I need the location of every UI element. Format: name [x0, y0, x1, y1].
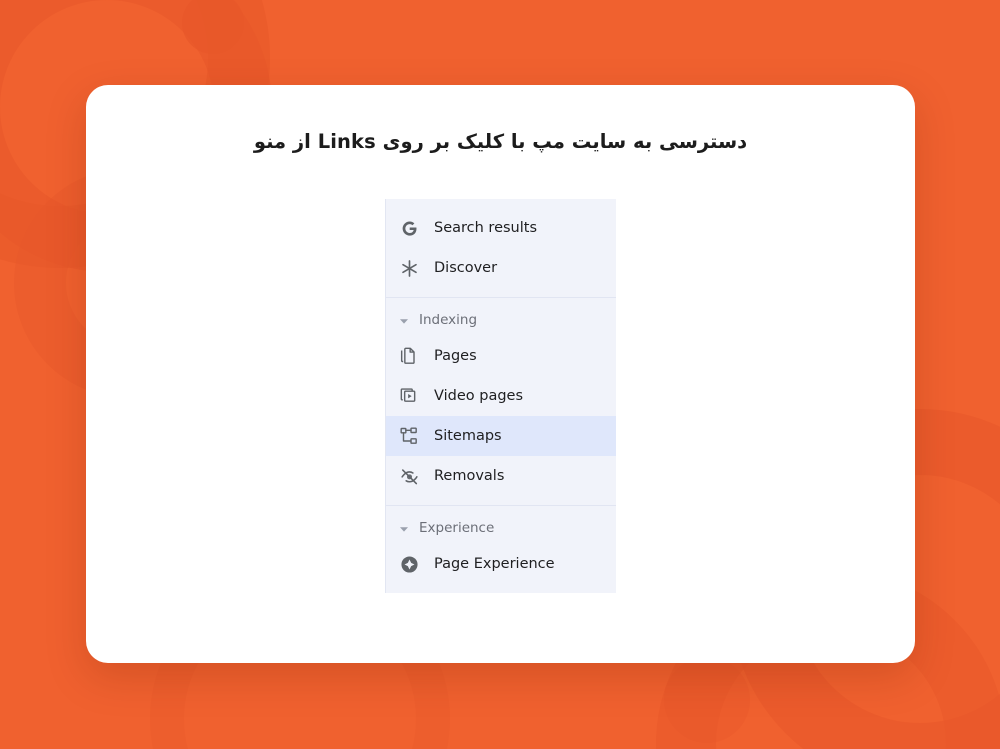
menu-item-label: Video pages — [434, 387, 524, 404]
menu-item-label: Search results — [434, 219, 538, 236]
caret-down-icon — [396, 521, 412, 537]
section-header-indexing[interactable]: Indexing — [386, 306, 616, 336]
section-header-label: Experience — [419, 520, 495, 537]
page-title: دسترسی به سایت مپ با کلیک بر روی Links ا… — [253, 130, 748, 153]
menu-item-label: Sitemaps — [434, 427, 502, 444]
google-g-icon — [398, 217, 420, 239]
page-root: دسترسی به سایت مپ با کلیک بر روی Links ا… — [0, 0, 1000, 749]
sitemaps-tree-icon — [398, 425, 420, 447]
menu-section-top: Search results Discover — [386, 200, 616, 297]
section-header-experience[interactable]: Experience — [386, 514, 616, 544]
content-card: دسترسی به سایت مپ با کلیک بر روی Links ا… — [86, 85, 915, 663]
menu-item-video-pages[interactable]: Video pages — [386, 376, 616, 416]
menu-item-search-results[interactable]: Search results — [386, 208, 616, 248]
menu-item-discover[interactable]: Discover — [386, 248, 616, 288]
background-dot-bottom-right — [664, 657, 750, 743]
menu-item-label: Pages — [434, 347, 477, 364]
menu-item-pages[interactable]: Pages — [386, 336, 616, 376]
discover-asterisk-icon — [398, 257, 420, 279]
pages-copy-icon — [398, 345, 420, 367]
menu-section-indexing: Indexing Pages Video pages Sitemaps Remo… — [386, 297, 616, 505]
menu-item-label: Discover — [434, 259, 498, 276]
menu-item-label: Removals — [434, 467, 505, 484]
page-experience-icon — [398, 553, 420, 575]
removals-eye-off-icon — [398, 465, 420, 487]
search-console-navigation-menu: Search results Discover Indexing Pages V… — [385, 199, 616, 593]
caret-down-icon — [396, 313, 412, 329]
menu-section-experience: Experience Page Experience — [386, 505, 616, 593]
menu-item-page-experience[interactable]: Page Experience — [386, 544, 616, 584]
menu-item-sitemaps[interactable]: Sitemaps — [386, 416, 616, 456]
menu-item-removals[interactable]: Removals — [386, 456, 616, 496]
background-dot-top-left — [182, 0, 244, 54]
menu-item-label: Page Experience — [434, 555, 555, 572]
section-header-label: Indexing — [419, 312, 478, 329]
video-pages-icon — [398, 385, 420, 407]
